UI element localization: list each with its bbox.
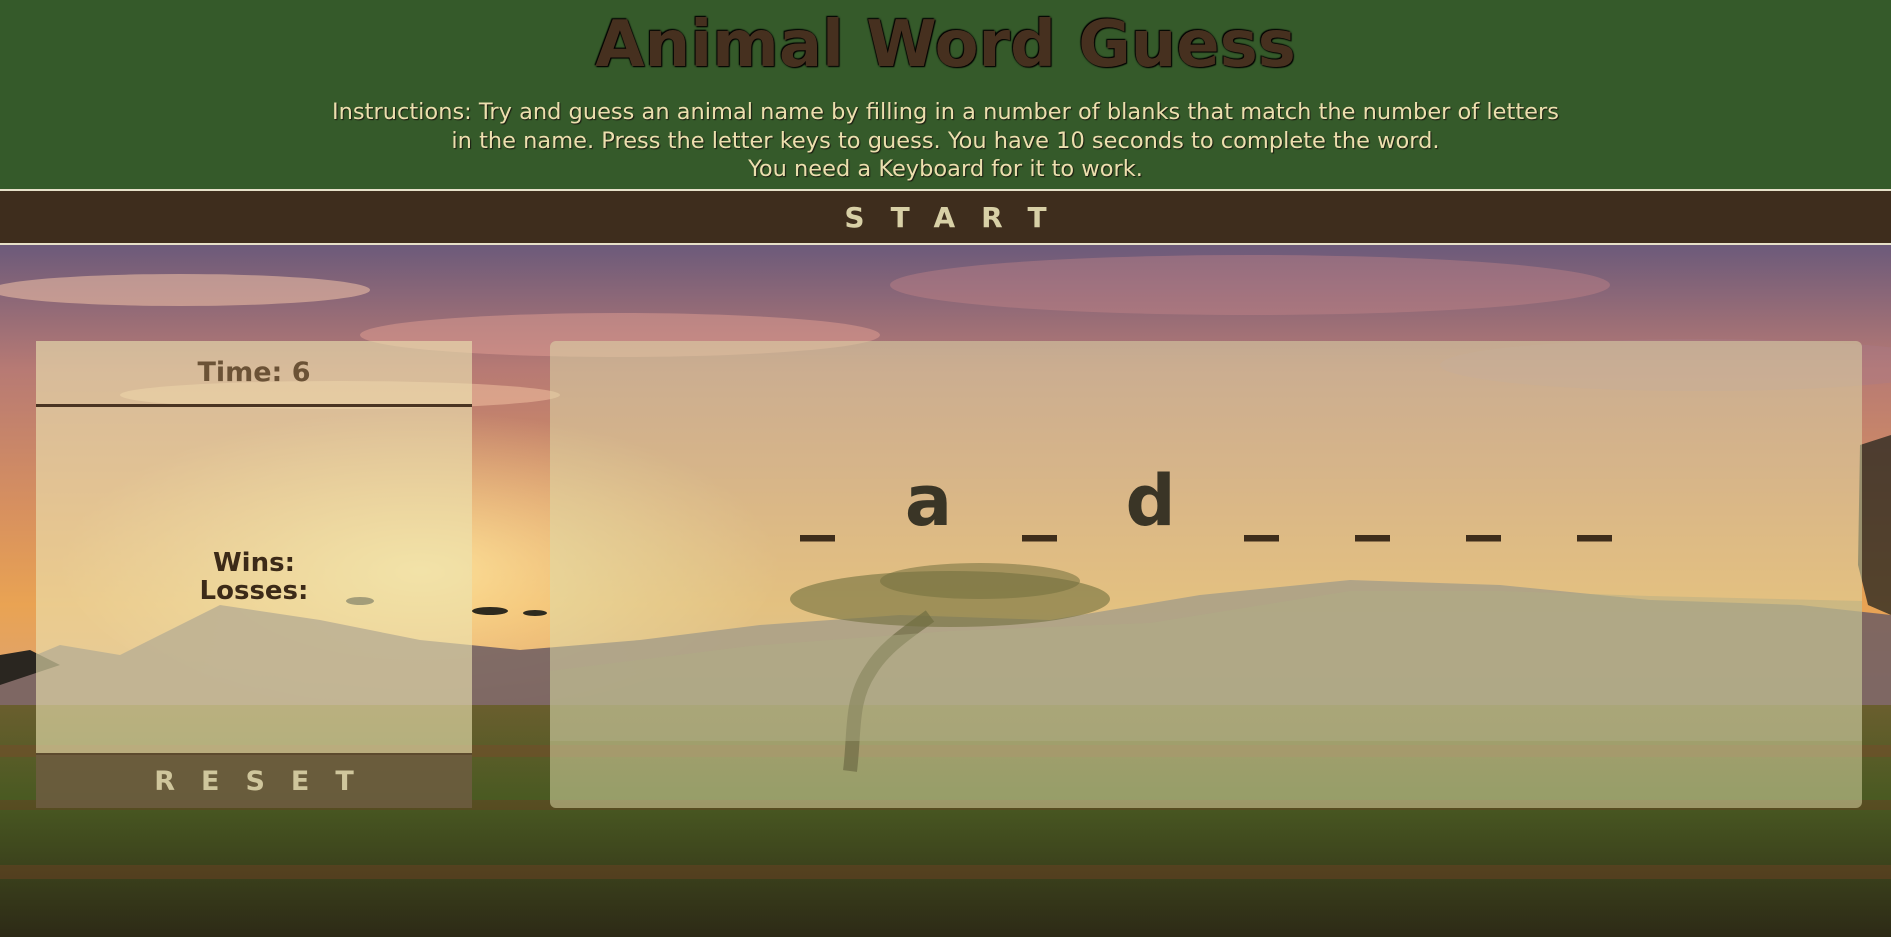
- reset-button[interactable]: RESET: [36, 753, 472, 808]
- score-panel: Time: 6 Wins: Losses: RESET: [36, 341, 472, 808]
- instructions-line: in the name. Press the letter keys to gu…: [451, 127, 1440, 154]
- wins-label: Wins:: [213, 548, 295, 578]
- instructions-line: You need a Keyboard for it to work.: [748, 156, 1143, 182]
- losses-label: Losses:: [199, 576, 309, 606]
- word-slots: _ a _ d _ _ _ _: [550, 456, 1862, 546]
- reset-button-label: RESET: [154, 766, 380, 797]
- letter-slot: _: [1355, 460, 1390, 542]
- instructions-line: Instructions: Try and guess an animal na…: [332, 99, 1559, 125]
- page-title: Animal Word Guess: [595, 8, 1296, 82]
- timer-label: Time: 6: [197, 357, 311, 388]
- letter-slot: _: [1577, 460, 1612, 542]
- start-button[interactable]: START: [0, 189, 1891, 245]
- header: Animal Word Guess Instructions: Try and …: [0, 0, 1891, 189]
- stats: Wins: Losses:: [36, 549, 472, 605]
- word-panel: _ a _ d _ _ _ _: [550, 341, 1862, 808]
- instructions: Instructions: Try and guess an animal na…: [266, 98, 1626, 184]
- letter-slot: _: [1244, 460, 1279, 542]
- letter-slot: _: [1466, 460, 1501, 542]
- start-button-label: START: [844, 200, 1073, 234]
- timer: Time: 6: [36, 341, 472, 407]
- letter-slot: a: [904, 460, 953, 542]
- letter-slot: _: [1022, 460, 1057, 542]
- acacia-tree-image: [550, 563, 1862, 772]
- letter-slot: d: [1125, 460, 1176, 542]
- letter-slot: _: [800, 460, 835, 542]
